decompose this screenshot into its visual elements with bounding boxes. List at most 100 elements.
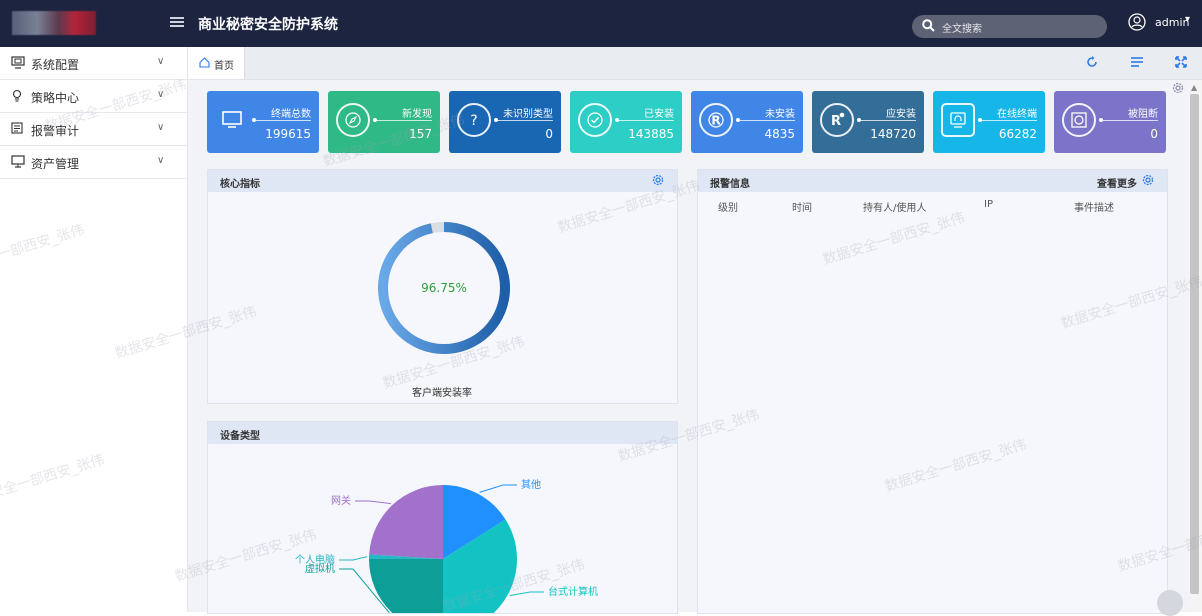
column-header: IP	[984, 199, 993, 210]
pie-leader-line	[339, 556, 368, 561]
card-divider	[495, 120, 553, 121]
gear-icon[interactable]	[1171, 81, 1185, 95]
stat-label: 已安装	[644, 109, 674, 120]
card-dot	[615, 118, 619, 122]
stat-value: 199615	[265, 127, 311, 141]
compass-icon	[336, 103, 370, 137]
panel-title: 核心指标	[220, 179, 260, 190]
stat-label: 被阻断	[1128, 109, 1158, 120]
card-divider	[616, 120, 674, 121]
sidebar-item-asset-management[interactable]: 资产管理 ∨	[0, 146, 187, 179]
expand-icon[interactable]	[1175, 56, 1187, 68]
stat-value: 157	[409, 127, 432, 141]
stat-card-blocked[interactable]: 被阻断 0	[1054, 91, 1166, 153]
search-icon	[922, 19, 935, 32]
scroll-thumb[interactable]	[1190, 94, 1199, 594]
pie-slice[interactable]	[369, 559, 443, 613]
stat-card-new-found[interactable]: 新发现 157	[328, 91, 440, 153]
column-header: 持有人/使用人	[863, 203, 927, 214]
stat-value: 0	[545, 127, 553, 141]
stat-label: 未识别类型	[503, 109, 553, 120]
pie-leader-line	[355, 500, 392, 505]
search-placeholder: 全文搜索	[942, 24, 982, 35]
registered-icon: R	[699, 103, 733, 137]
svg-text:?: ?	[470, 113, 477, 128]
stat-label: 未安装	[765, 109, 795, 120]
chevron-down-icon: ∨	[157, 89, 165, 100]
list-icon[interactable]	[1130, 56, 1144, 68]
chat-bubble-icon[interactable]	[1157, 590, 1183, 616]
sidebar-item-label: 系统配置	[31, 58, 80, 72]
card-divider	[253, 120, 311, 121]
stat-value: 4835	[764, 127, 795, 141]
stat-value: 0	[1150, 127, 1158, 141]
column-header: 时间	[792, 203, 812, 214]
stat-value: 148720	[870, 127, 916, 141]
stat-card-online[interactable]: 在线终端 66282	[933, 91, 1045, 153]
tabs-bar: 首页	[188, 47, 1202, 80]
user-icon[interactable]	[1128, 13, 1146, 31]
sidebar-item-label: 策略中心	[31, 91, 80, 105]
core-indicators-panel: 核心指标 96.75% 客户端安装率	[207, 169, 678, 404]
pie-leader-line	[479, 484, 517, 493]
gear-icon[interactable]	[651, 173, 665, 187]
scroll-up-arrow-icon[interactable]: ▲	[1191, 83, 1197, 92]
pie-leader-line	[509, 591, 544, 597]
monitor-settings-icon	[11, 56, 25, 69]
card-divider	[737, 120, 795, 121]
computer-icon	[11, 155, 25, 168]
stat-card-installed[interactable]: 已安装 143885	[570, 91, 682, 153]
check-icon	[578, 103, 612, 137]
headset-icon	[941, 103, 975, 137]
card-divider	[374, 120, 432, 121]
tab-home-label: 首页	[214, 61, 234, 72]
panel-header: 报警信息 查看更多	[698, 170, 1167, 192]
user-caret-icon[interactable]: ▾	[1185, 14, 1190, 25]
card-divider	[979, 120, 1037, 121]
pie-slice[interactable]	[369, 485, 443, 559]
tab-home[interactable]: 首页	[188, 47, 245, 79]
stat-value: 66282	[998, 127, 1037, 141]
column-header: 级别	[718, 203, 738, 214]
page-scrollbar[interactable]: ▲	[1187, 80, 1202, 612]
home-icon	[199, 57, 210, 68]
card-dot	[978, 118, 982, 122]
svg-text:R: R	[831, 114, 841, 128]
chevron-down-icon: ∨	[157, 56, 165, 67]
stat-card-unrecognized[interactable]: ? 未识别类型 0	[449, 91, 561, 153]
svg-text:R: R	[711, 114, 720, 128]
sidebar-item-label: 资产管理	[31, 157, 80, 171]
card-divider	[1100, 120, 1158, 121]
card-dot	[736, 118, 740, 122]
list-audit-icon	[11, 122, 23, 134]
stat-card-terminals-total[interactable]: 终端总数 199615	[207, 91, 319, 153]
question-icon: ?	[457, 103, 491, 137]
column-header: 事件描述	[1074, 203, 1114, 214]
install-rate-ring: 96.75%	[378, 222, 510, 354]
gear-icon[interactable]	[1141, 173, 1155, 187]
ring-caption: 客户端安装率	[412, 388, 472, 399]
refresh-icon[interactable]	[1086, 56, 1098, 68]
view-more-link[interactable]: 查看更多	[1097, 175, 1137, 190]
sidebar-item-system-config[interactable]: 系统配置 ∨	[0, 47, 187, 80]
sidebar: 系统配置 ∨ 策略中心 ∨ 报警审计 ∨ 资产管理 ∨	[0, 47, 188, 612]
menu-toggle-icon[interactable]	[170, 15, 184, 29]
stat-label: 在线终端	[997, 109, 1037, 120]
stat-card-should-install[interactable]: R 应安装 148720	[812, 91, 924, 153]
sidebar-item-alarm-audit[interactable]: 报警审计 ∨	[0, 113, 187, 146]
device-type-pie-chart: 其他台式计算机虚拟机个人电脑网关	[295, 478, 598, 613]
pie-slice-label: 台式计算机	[548, 585, 598, 598]
stat-card-not-installed[interactable]: R 未安装 4835	[691, 91, 803, 153]
card-dot	[373, 118, 377, 122]
alarm-panel: 报警信息 查看更多 级别 时间 持有人/使用人 IP 事件描述	[697, 169, 1168, 614]
sidebar-item-label: 报警审计	[31, 124, 80, 138]
app-logo	[12, 11, 96, 35]
stat-label: 应安装	[886, 109, 916, 120]
global-search[interactable]: 全文搜索	[912, 15, 1107, 38]
stat-label: 新发现	[402, 109, 432, 120]
card-divider	[858, 120, 916, 121]
lightbulb-icon	[12, 89, 22, 102]
panel-header: 核心指标	[208, 170, 677, 192]
sidebar-item-policy-center[interactable]: 策略中心 ∨	[0, 80, 187, 113]
pie-slice-label: 网关	[331, 494, 351, 507]
